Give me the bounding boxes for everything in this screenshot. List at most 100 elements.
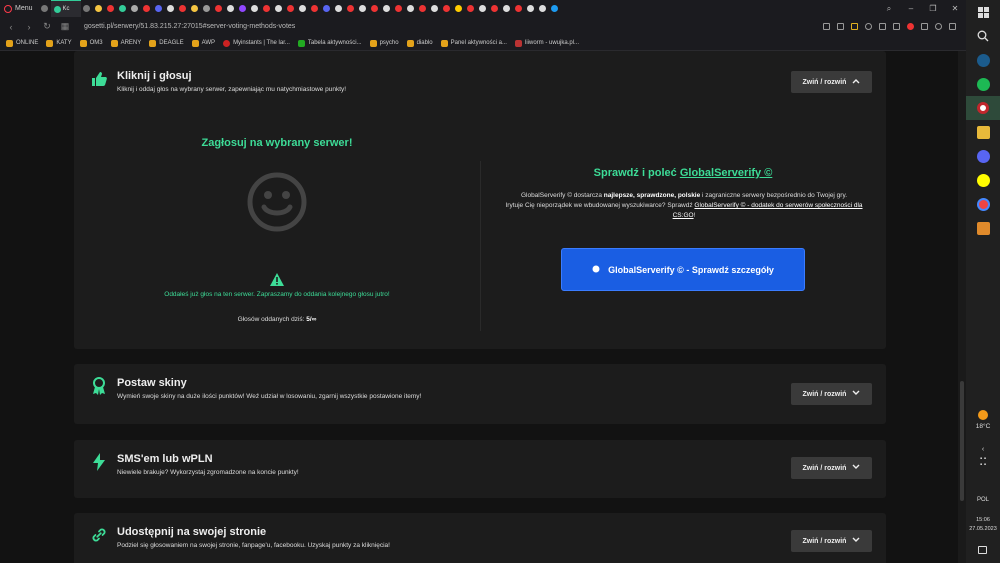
discord-icon[interactable] <box>966 144 1000 168</box>
translate-icon[interactable] <box>823 23 830 30</box>
tab[interactable] <box>393 0 405 17</box>
record-icon[interactable] <box>907 23 914 30</box>
tab[interactable] <box>273 0 285 17</box>
tab[interactable] <box>477 0 489 17</box>
tab[interactable] <box>489 0 501 17</box>
tab[interactable] <box>357 0 369 17</box>
tab[interactable] <box>189 0 201 17</box>
bookmark[interactable]: DEAGLE <box>149 39 184 47</box>
tab[interactable] <box>333 0 345 17</box>
tab[interactable] <box>93 0 105 17</box>
tab[interactable] <box>213 0 225 17</box>
tab[interactable] <box>465 0 477 17</box>
url-field[interactable]: gosetti.pl/serwery/51.83.215.27:27015#se… <box>84 23 295 30</box>
tab[interactable] <box>249 0 261 17</box>
tab[interactable] <box>237 0 249 17</box>
tab[interactable] <box>81 0 93 17</box>
search-tabs-icon[interactable]: ⌕ <box>878 0 900 17</box>
clock[interactable]: 15:06 27.05.2023 <box>966 516 1000 534</box>
tab[interactable] <box>429 0 441 17</box>
tab[interactable] <box>105 0 117 17</box>
tab[interactable] <box>453 0 465 17</box>
globalserverify-details-button[interactable]: GlobalServerify © - Sprawdź szczegóły <box>561 248 805 291</box>
reload-icon[interactable]: ↻ <box>42 21 52 32</box>
chevron-up-icon[interactable]: ‹ <box>966 446 1000 453</box>
tray-icons[interactable]: ▪ ▪ ▪ ▪ <box>966 456 1000 468</box>
bookmark[interactable]: KATY <box>46 39 72 47</box>
easy-files-icon[interactable] <box>949 23 956 30</box>
tab[interactable] <box>501 0 513 17</box>
tab[interactable] <box>513 0 525 17</box>
tab[interactable] <box>39 0 51 17</box>
weather-widget[interactable]: 18°C <box>966 410 1000 430</box>
tab[interactable] <box>201 0 213 17</box>
tab[interactable] <box>537 0 549 17</box>
tab[interactable] <box>369 0 381 17</box>
windows-start-icon[interactable] <box>966 0 1000 24</box>
spotify-icon[interactable] <box>966 72 1000 96</box>
tab[interactable] <box>381 0 393 17</box>
bookmark[interactable]: diablo <box>406 39 433 47</box>
expand-toggle-button[interactable]: Zwiń / rozwiń <box>791 383 872 405</box>
profile-icon[interactable] <box>935 23 942 30</box>
bookmark[interactable]: psycho <box>369 39 399 47</box>
tab[interactable] <box>117 0 129 17</box>
tab[interactable] <box>441 0 453 17</box>
promo-addon-link[interactable]: GlobalServerify © - dodatek do serwerów … <box>673 202 863 219</box>
forward-icon[interactable]: › <box>24 22 34 32</box>
download-icon[interactable] <box>879 23 886 30</box>
tab[interactable] <box>549 0 561 17</box>
expand-toggle-button[interactable]: Zwiń / rozwiń <box>791 530 872 552</box>
bookmark[interactable]: ARENY <box>110 39 141 47</box>
bookmark[interactable]: OM3 <box>79 39 103 47</box>
steam-icon[interactable] <box>966 48 1000 72</box>
tab[interactable] <box>345 0 357 17</box>
tab[interactable] <box>309 0 321 17</box>
bookmark[interactable]: Myinstants | The lar... <box>223 39 290 47</box>
page-scrollbar[interactable] <box>958 51 966 563</box>
tab[interactable] <box>261 0 273 17</box>
minimize-icon[interactable]: – <box>900 0 922 17</box>
snapchat-icon[interactable] <box>966 168 1000 192</box>
bookmark[interactable]: AWP <box>191 39 215 47</box>
language-indicator[interactable]: POL <box>966 497 1000 503</box>
camera-icon[interactable] <box>837 23 844 30</box>
tab[interactable] <box>153 0 165 17</box>
search-icon[interactable] <box>966 24 1000 48</box>
tab[interactable] <box>177 0 189 17</box>
opera-menu-button[interactable]: Menu <box>0 0 39 17</box>
scrollbar-thumb[interactable] <box>960 381 964 501</box>
game-icon[interactable] <box>966 216 1000 240</box>
tab[interactable] <box>405 0 417 17</box>
tab[interactable] <box>129 0 141 17</box>
opera-gx-icon[interactable] <box>966 96 1000 120</box>
expand-toggle-button[interactable]: Zwiń / rozwiń <box>791 457 872 479</box>
back-icon[interactable]: ‹ <box>6 22 16 32</box>
notifications-icon[interactable] <box>978 546 987 554</box>
restore-icon[interactable]: ❐ <box>922 0 944 17</box>
bookmark[interactable]: ONLINE <box>6 39 38 47</box>
tab[interactable] <box>321 0 333 17</box>
cube-icon[interactable] <box>893 23 900 30</box>
close-icon[interactable]: ✕ <box>944 0 966 17</box>
tab[interactable] <box>285 0 297 17</box>
speed-dial-icon[interactable]: ▦ <box>60 21 70 32</box>
tab[interactable] <box>165 0 177 17</box>
bookmark[interactable]: Tabela aktywności... <box>297 39 362 47</box>
collapse-toggle-button[interactable]: Zwiń / rozwiń <box>791 71 872 93</box>
file-explorer-icon[interactable] <box>966 120 1000 144</box>
shield-icon[interactable] <box>851 23 858 30</box>
tab[interactable] <box>417 0 429 17</box>
promo-title-link[interactable]: GlobalServerify © <box>680 167 772 179</box>
app-icon[interactable] <box>966 192 1000 216</box>
tab[interactable] <box>225 0 237 17</box>
heart-icon[interactable] <box>865 23 872 30</box>
tab[interactable] <box>525 0 537 17</box>
tab-favicon-icon <box>239 5 247 12</box>
tab[interactable] <box>297 0 309 17</box>
bookmark[interactable]: Panel aktywności a... <box>440 39 507 47</box>
tab-active[interactable]: Kc <box>50 0 81 17</box>
bookmark[interactable]: liiworm - uwujka.pl... <box>514 39 579 47</box>
extensions-icon[interactable] <box>921 23 928 30</box>
tab[interactable] <box>141 0 153 17</box>
